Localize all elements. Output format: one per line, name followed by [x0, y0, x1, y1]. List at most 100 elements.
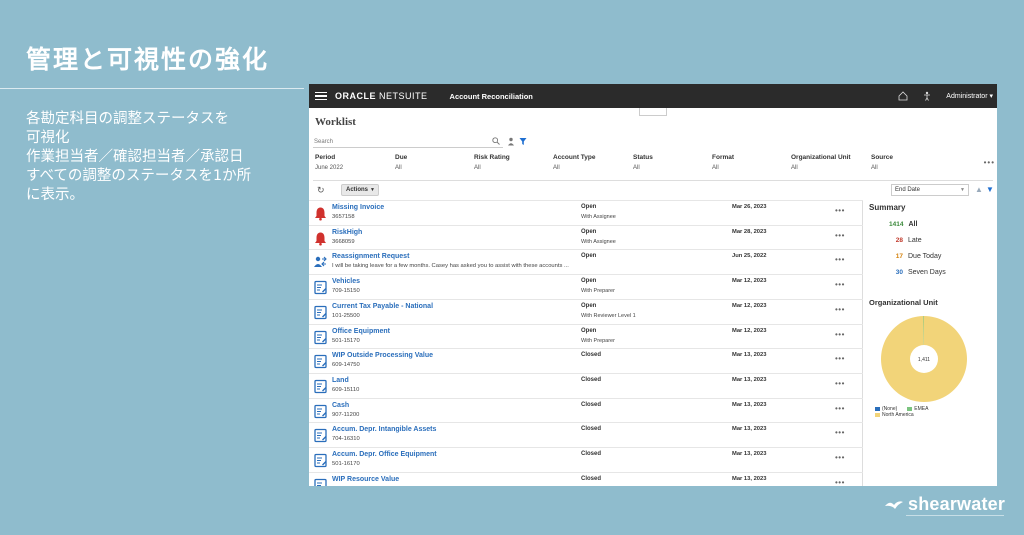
worklist-row[interactable]: Current Tax Payable - National 101-25500 O… [309, 298, 863, 324]
doc-icon [313, 354, 328, 369]
user-menu[interactable]: Administrator ▾ [946, 92, 993, 100]
row-more-icon[interactable]: ••• [835, 206, 845, 215]
worklist-row[interactable]: Office Equipment 501-15170 Open With Prepar… [309, 323, 863, 349]
row-name-link[interactable]: RiskHigh [332, 229, 362, 236]
row-more-icon[interactable]: ••• [835, 330, 845, 339]
row-name-link[interactable]: Current Tax Payable - National [332, 303, 433, 310]
row-name-link[interactable]: Office Equipment [332, 328, 390, 335]
filter-period[interactable]: Period June 2022 [315, 154, 343, 171]
user-filter-icon[interactable] [507, 137, 515, 146]
product-logo[interactable]: ORACLE NETSUITE [335, 91, 428, 101]
actions-button[interactable]: Actions ▼ [341, 184, 379, 196]
row-more-icon[interactable]: ••• [835, 231, 845, 240]
sort-select[interactable]: End Date ▼ [891, 184, 969, 196]
row-more-icon[interactable]: ••• [835, 280, 845, 289]
filter-divider [313, 180, 993, 181]
row-account-id: 704-16310 [332, 436, 360, 443]
filter-organizational-unit[interactable]: Organizational Unit All [791, 154, 851, 171]
slide-line: すべての調整のステータスを1か所 [26, 168, 252, 184]
filter-label: Period [315, 154, 336, 161]
filter-due[interactable]: Due All [395, 154, 407, 171]
row-date: Mar 12, 2023 [732, 302, 767, 309]
summary-item-seven-days[interactable]: 30 Seven Days [869, 269, 995, 276]
filter-format[interactable]: Format All [712, 154, 734, 171]
worklist-row[interactable]: Land 609-15110 Closed Mar 13, 2023 ••• [309, 372, 863, 398]
row-name-link[interactable]: WIP Outside Processing Value [332, 352, 433, 359]
worklist-row[interactable]: Missing Invoice 3657158 Open With Assignee M… [309, 200, 863, 225]
search-input[interactable]: Search [313, 136, 503, 148]
pie-center-label: 1,411 [918, 357, 930, 363]
worklist-row[interactable]: Reassignment Request I will be taking lea… [309, 249, 863, 274]
summary-panel: Summary 1414 All 28 Late 17 Due Today 30 Sev… [869, 200, 995, 418]
topbar-right: Administrator ▾ [898, 84, 993, 108]
sort-ascending-icon[interactable]: ▲ [975, 185, 983, 194]
row-more-icon[interactable]: ••• [835, 305, 845, 314]
worklist-row[interactable]: WIP Resource Value Closed Mar 13, 2023 ••• [309, 471, 863, 486]
row-substatus: With Preparer [581, 288, 615, 295]
filter-label: Risk Rating [474, 154, 510, 161]
summary-label: Due Today [908, 253, 942, 260]
worklist-row[interactable]: Accum. Depr. Intangible Assets 704-16310 C… [309, 422, 863, 447]
row-more-icon[interactable]: ••• [835, 354, 845, 363]
row-name-link[interactable]: Accum. Depr. Intangible Assets [332, 426, 436, 433]
legend-item-north-america[interactable]: North America [875, 412, 914, 418]
filter-status[interactable]: Status All [633, 154, 653, 171]
row-name-link[interactable]: Land [332, 377, 349, 384]
summary-label: Late [908, 237, 922, 244]
org-unit-pie-chart[interactable]: 1,411 [879, 314, 969, 404]
filter-label: Format [712, 154, 735, 161]
row-name-link[interactable]: Vehicles [332, 278, 360, 285]
row-more-icon[interactable]: ••• [835, 453, 845, 462]
summary-item-due-today[interactable]: 17 Due Today [869, 253, 995, 260]
org-unit-title: Organizational Unit [869, 298, 938, 307]
search-icon[interactable] [492, 137, 500, 145]
filter-more-icon[interactable]: ••• [984, 158, 995, 167]
filter-account-type[interactable]: Account Type All [553, 154, 596, 171]
logo-netsuite: NETSUITE [379, 91, 428, 101]
row-name-link[interactable]: Accum. Depr. Office Equipment [332, 451, 437, 458]
refresh-icon[interactable]: ↻ [317, 186, 326, 195]
row-date: Mar 28, 2023 [732, 228, 767, 235]
row-more-icon[interactable]: ••• [835, 428, 845, 437]
worklist-row[interactable]: WIP Outside Processing Value 609-14750 Clo… [309, 348, 863, 373]
summary-item-all[interactable]: 1414 All [869, 221, 995, 228]
row-status: Open [581, 204, 597, 210]
filter-label: Organizational Unit [791, 154, 851, 161]
row-more-icon[interactable]: ••• [835, 404, 845, 413]
filter-icon[interactable] [519, 137, 527, 146]
chevron-down-icon: ▼ [960, 187, 965, 193]
row-more-icon[interactable]: ••• [835, 478, 845, 486]
worklist-row[interactable]: Vehicles 709-15150 Open With Preparer Mar 12… [309, 274, 863, 299]
row-name-link[interactable]: Cash [332, 402, 349, 409]
accessibility-icon[interactable] [922, 91, 932, 101]
worklist-row[interactable]: Cash 907-11200 Closed Mar 13, 2023 ••• [309, 397, 863, 423]
filter-label: Due [395, 154, 408, 161]
row-name-link[interactable]: Reassignment Request [332, 253, 409, 260]
top-bar: ORACLE NETSUITE Account Reconciliation A… [309, 84, 997, 108]
filter-label: Status [633, 154, 653, 161]
row-name-link[interactable]: WIP Resource Value [332, 476, 399, 483]
sort-descending-icon[interactable]: ▼ [986, 185, 994, 194]
summary-item-late[interactable]: 28 Late [869, 237, 995, 244]
row-more-icon[interactable]: ••• [835, 255, 845, 264]
worklist-row[interactable]: Accum. Depr. Office Equipment 501-16170 Cl… [309, 447, 863, 472]
summary-count: 1414 [889, 221, 904, 228]
home-icon[interactable] [898, 91, 908, 101]
row-name-link[interactable]: Missing Invoice [332, 204, 384, 211]
worklist-row[interactable]: RiskHigh 3668059 Open With Assignee Mar 28, … [309, 224, 863, 250]
row-more-icon[interactable]: ••• [835, 379, 845, 388]
hamburger-icon[interactable] [315, 91, 327, 101]
bell-icon [313, 206, 328, 221]
filter-value: All [474, 165, 481, 171]
filter-risk-rating[interactable]: Risk Rating All [474, 154, 510, 171]
filter-source[interactable]: Source All [871, 154, 893, 171]
row-status: Open [581, 253, 597, 260]
brand-underline [906, 515, 1004, 516]
filter-label: Account Type [553, 154, 596, 161]
row-status: Open [581, 228, 597, 235]
summary-count: 17 [895, 253, 903, 260]
summary-title: Summary [869, 203, 906, 212]
doc-icon [313, 404, 328, 419]
collapse-tab[interactable] [639, 108, 667, 116]
summary-label: Seven Days [908, 269, 946, 276]
